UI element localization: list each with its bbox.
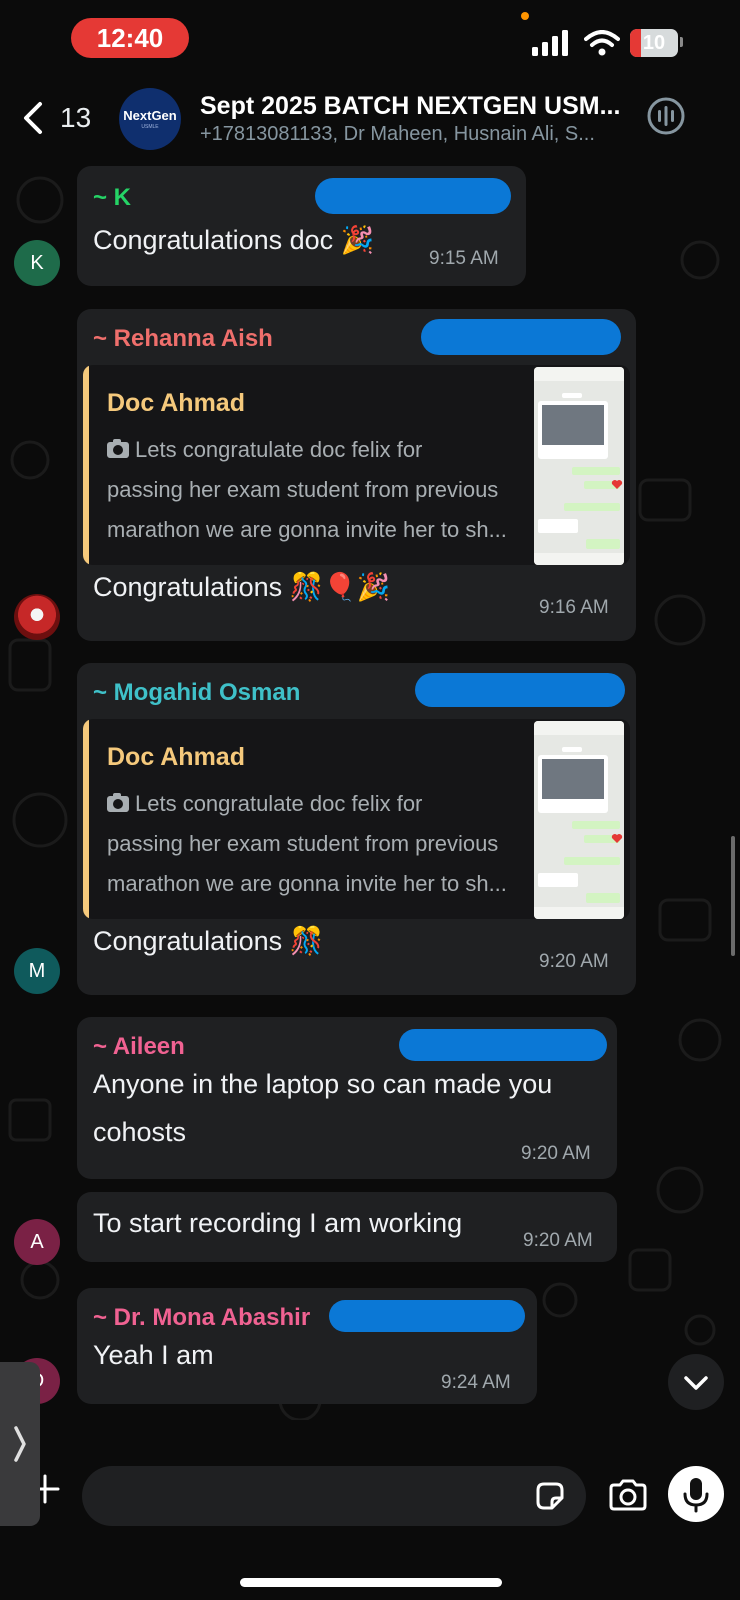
message-text: Congratulations 🎊🎈🎉 (93, 572, 391, 602)
side-drawer-handle[interactable] (0, 1362, 40, 1526)
message-text-line: Anyone in the laptop so can made you (93, 1069, 553, 1099)
message-time: 9:24 AM (441, 1372, 511, 1393)
sticker-icon[interactable] (534, 1480, 566, 1512)
avatar[interactable]: K (14, 240, 60, 286)
chevron-right-icon (14, 1426, 26, 1462)
group-title[interactable]: Sept 2025 BATCH NEXTGEN USM... (200, 92, 630, 121)
message-bubble[interactable]: ~ Mogahid Osman Doc Ahmad Lets congratul… (77, 663, 636, 995)
redaction-mark (329, 1300, 525, 1332)
chevron-down-icon (684, 1376, 708, 1390)
avatar[interactable]: M (14, 948, 60, 994)
message-time: 9:16 AM (539, 597, 609, 618)
message-time: 9:20 AM (521, 1143, 591, 1164)
privacy-indicator-dot (521, 12, 529, 20)
quoted-text-line: Lets congratulate doc felix for (107, 791, 422, 817)
avatar-photo[interactable] (14, 594, 60, 640)
quoted-author: Doc Ahmad (107, 743, 245, 771)
quoted-text-line: marathon we are gonna invite her to sh..… (107, 871, 507, 896)
scroll-indicator[interactable] (731, 836, 735, 956)
message-text: Congratulations 🎊 (93, 926, 324, 956)
message-text: Yeah I am (93, 1340, 214, 1370)
group-avatar[interactable]: NextGen USMLE (119, 88, 181, 150)
quoted-text-line: marathon we are gonna invite her to sh..… (107, 517, 507, 542)
redaction-mark (415, 673, 625, 707)
quote-accent-bar (83, 365, 89, 565)
quoted-author: Doc Ahmad (107, 389, 245, 417)
status-time: 12:40 (71, 18, 189, 58)
quote-accent-bar (83, 719, 89, 919)
microphone-button[interactable] (668, 1466, 724, 1522)
message-text: Congratulations doc 🎉 (93, 225, 375, 255)
message-sender[interactable]: ~ K (93, 184, 131, 212)
redaction-mark (421, 319, 621, 355)
message-input[interactable] (82, 1466, 586, 1526)
redaction-mark (315, 178, 511, 214)
camera-icon[interactable] (608, 1478, 648, 1512)
avatar[interactable]: A (14, 1219, 60, 1265)
quoted-message[interactable]: Doc Ahmad Lets congratulate doc felix fo… (83, 365, 630, 565)
message-text: To start recording I am working (93, 1208, 463, 1238)
quoted-text-line: passing her exam student from previous (107, 477, 499, 502)
signal-icon (532, 30, 568, 56)
group-logo-subtext: USMLE (141, 124, 159, 130)
message-time: 9:20 AM (539, 951, 609, 972)
group-logo-text: NextGen (123, 108, 177, 123)
message-sender[interactable]: ~ Dr. Mona Abashir (93, 1304, 310, 1332)
message-bubble[interactable]: ~ Aileen Anyone in the laptop so can mad… (77, 1017, 617, 1179)
avatar-letter: M (28, 959, 46, 982)
redaction-mark (399, 1029, 607, 1061)
scroll-to-bottom-button[interactable] (668, 1354, 724, 1410)
back-arrow-icon[interactable] (18, 98, 54, 138)
quoted-message[interactable]: Doc Ahmad Lets congratulate doc felix fo… (83, 719, 630, 919)
camera-icon (107, 793, 129, 812)
message-sender[interactable]: ~ Mogahid Osman (93, 679, 300, 707)
message-bubble[interactable]: ~ Rehanna Aish Doc Ahmad Lets congratula… (77, 309, 636, 641)
avatar-letter: A (30, 1230, 44, 1253)
group-members[interactable]: +17813081133, Dr Maheen, Husnain Ali, S.… (200, 123, 630, 146)
message-time: 9:15 AM (429, 248, 499, 269)
audio-chat-icon[interactable] (646, 96, 686, 136)
back-unread-count[interactable]: 13 (60, 102, 91, 134)
message-bubble[interactable]: To start recording I am working 9:20 AM (77, 1192, 617, 1262)
message-sender[interactable]: ~ Aileen (93, 1033, 185, 1061)
battery-percentage: 10 (642, 32, 666, 54)
battery-nub (680, 37, 683, 47)
quoted-image-thumbnail (534, 721, 624, 919)
message-sender[interactable]: ~ Rehanna Aish (93, 325, 273, 353)
avatar-letter: K (30, 251, 44, 274)
wifi-icon (584, 30, 620, 56)
microphone-icon (683, 1478, 709, 1513)
quoted-image-thumbnail (534, 367, 624, 565)
battery-icon: 10 (630, 29, 678, 57)
camera-icon (107, 439, 129, 458)
message-time: 9:20 AM (523, 1230, 593, 1251)
message-text-line: cohosts (93, 1117, 187, 1147)
message-bubble[interactable]: ~ K Congratulations doc 🎉 9:15 AM (77, 166, 526, 286)
quoted-text-line: Lets congratulate doc felix for (107, 437, 422, 463)
quoted-text-line: passing her exam student from previous (107, 831, 499, 856)
home-indicator[interactable] (240, 1578, 502, 1587)
message-bubble[interactable]: ~ Dr. Mona Abashir Yeah I am 9:24 AM (77, 1288, 537, 1404)
